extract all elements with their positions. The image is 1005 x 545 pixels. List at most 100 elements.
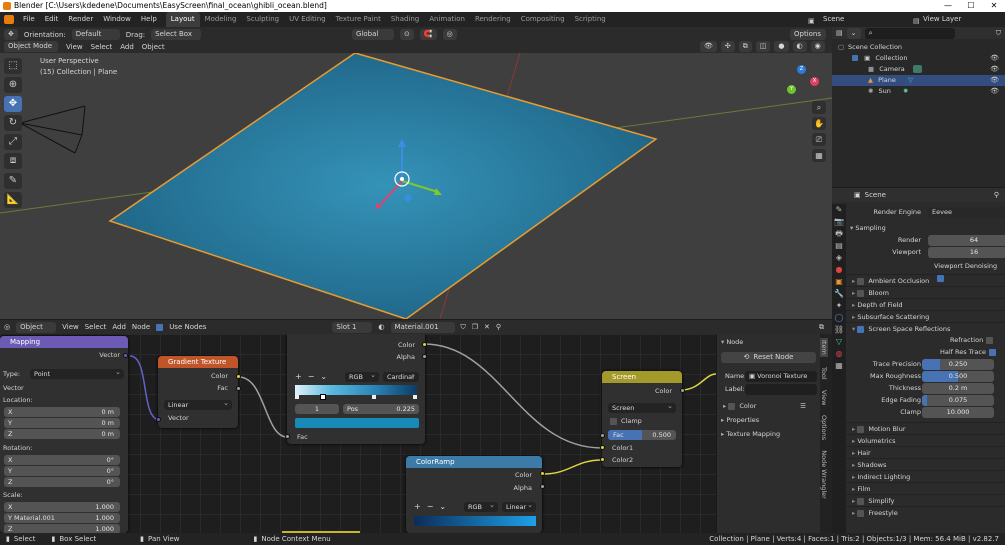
editor-type-icon[interactable]: ◎ [4, 323, 10, 331]
ssr-field[interactable]: 0.500 [922, 371, 994, 382]
node-name-field[interactable]: ▣ Voronoi Texture [745, 371, 817, 382]
render-samples-field[interactable]: 64 [928, 235, 1005, 246]
ramp1-color-socket[interactable] [422, 342, 427, 347]
node-editor[interactable]: Mapping Vector Type: Point Vector Locati… [0, 334, 832, 533]
shader-type-dropdown[interactable]: Object [16, 321, 57, 333]
screen-color2-socket[interactable] [600, 457, 605, 462]
shading-material-icon[interactable]: ◐ [792, 41, 807, 52]
render-tab-icon[interactable]: 📷 [832, 216, 846, 228]
material-tab-icon[interactable]: ◍ [832, 348, 846, 360]
outliner-filter-icon[interactable]: ▤ [836, 29, 843, 37]
ramp1-stop-0[interactable] [295, 395, 299, 399]
material-name-field[interactable]: Material.001 [390, 321, 455, 333]
panel-hair[interactable]: ▸ Hair [832, 446, 1005, 458]
panel-freestyle[interactable]: ▸ Freestyle [832, 506, 1005, 518]
gradient-type-dropdown[interactable]: Linear [164, 398, 232, 410]
tab-scripting[interactable]: Scripting [570, 12, 611, 27]
screen-color-out-socket[interactable] [680, 388, 685, 393]
object-tab-icon[interactable]: ▣ [832, 276, 846, 288]
viewport-samples-field[interactable]: 16 [928, 247, 1005, 258]
refraction-row[interactable]: Refraction [832, 334, 1005, 346]
ramp1-stop-1[interactable] [320, 394, 326, 400]
zoom-icon[interactable]: ⌕ [812, 101, 826, 114]
panel-volumetrics[interactable]: ▸ Volumetrics [832, 434, 1005, 446]
menu-file[interactable]: File [18, 12, 40, 27]
menu-render[interactable]: Render [63, 12, 98, 27]
ssr-field[interactable]: 0.2 m [922, 383, 994, 394]
transform-orientation-dropdown[interactable]: Global [352, 29, 394, 40]
view-layer-tab-icon[interactable]: ▤ [832, 240, 846, 252]
3d-viewport[interactable]: User Perspective (15) Collection | Plane… [0, 53, 832, 319]
refraction-checkbox[interactable] [986, 336, 994, 344]
transform-tool-icon[interactable]: ✥ [4, 29, 18, 40]
fake-user-icon[interactable]: ⛉ [461, 323, 466, 332]
outliner-item-collection[interactable]: ▣ Collection 👁 [832, 53, 1005, 64]
outliner-search-input[interactable]: ⌕ [864, 27, 955, 39]
maximize-button[interactable]: ☐ [960, 0, 982, 12]
screen-clamp-row[interactable]: Clamp [610, 417, 642, 425]
menu-ne-view[interactable]: View [62, 323, 79, 331]
screen-header[interactable]: Screen [602, 371, 682, 383]
ramp1-color-swatch[interactable] [295, 418, 419, 428]
ramp2-color-socket[interactable] [540, 471, 545, 476]
ramp1-menu-icon[interactable]: ⌄ [320, 372, 327, 381]
blender-menu-icon[interactable] [4, 15, 14, 24]
gizmo-z-axis[interactable]: Z [797, 65, 806, 74]
rotation-x-field[interactable]: X 0° [4, 455, 120, 465]
gradient-vector-socket[interactable] [156, 417, 161, 422]
output-tab-icon[interactable]: 🖶 [832, 228, 846, 240]
texture-tab-icon[interactable]: ▦ [832, 360, 846, 372]
pivot-icon[interactable]: ⊙ [400, 29, 414, 40]
render-engine-dropdown[interactable]: Eevee [928, 207, 1005, 218]
scale-x-field[interactable]: X 1.000 [4, 502, 120, 512]
texture-mapping-section[interactable]: ▸ Texture Mapping [717, 428, 820, 440]
panel-film[interactable]: ▸ Film [832, 482, 1005, 494]
pin-icon[interactable]: ⚲ [994, 191, 999, 199]
select-box-icon[interactable]: ⬚ [4, 58, 22, 74]
node-panel-header[interactable]: ▾ Node [717, 336, 820, 348]
measure-icon[interactable]: 📐 [4, 192, 22, 208]
gizmo-y-axis[interactable]: Y [787, 85, 796, 94]
overlay-node-icon[interactable]: ⧉ [819, 323, 824, 332]
world-tab-icon[interactable]: ● [832, 264, 846, 276]
reset-node-button[interactable]: ⟲ Reset Node [721, 352, 816, 363]
ramp1-interp-dropdown[interactable]: Cardinal [383, 370, 419, 382]
ramp2-gradient-bar[interactable] [414, 516, 536, 526]
node-label-field[interactable] [745, 384, 817, 395]
unlink-icon[interactable]: ✕ [484, 323, 490, 331]
viewport-denoising-row[interactable]: Viewport Denoising [850, 260, 1005, 282]
eye-icon[interactable]: 👁 [990, 53, 999, 64]
menu-window[interactable]: Window [98, 12, 136, 27]
ssr-field[interactable]: 10.000 [922, 407, 994, 418]
location-z-field[interactable]: Z 0 m [4, 429, 120, 439]
gizmo-toggle-icon[interactable]: ✣ [720, 41, 735, 52]
tab-layout[interactable]: Layout [165, 12, 200, 27]
ramp2-header[interactable]: ColorRamp [406, 456, 542, 468]
tab-animation[interactable]: Animation [424, 12, 470, 27]
rotation-z-field[interactable]: Z 0° [4, 477, 120, 487]
ramp1-pos-field[interactable]: Pos 0.225 [343, 404, 419, 414]
outliner-item-sun[interactable]: ✺ Sun ✹ 👁 [832, 86, 1005, 97]
physics-tab-icon[interactable]: ◯ [832, 312, 846, 324]
ssr-field[interactable]: 0.075 [922, 395, 994, 406]
tab-view[interactable]: View [820, 390, 828, 405]
visibility-icon[interactable]: 👁 [700, 41, 717, 52]
screen-color1-socket[interactable] [600, 445, 605, 450]
sampling-header[interactable]: ▾ Sampling [850, 222, 1005, 234]
screen-blend-dropdown[interactable]: Screen [608, 401, 676, 413]
modifier-tab-icon[interactable]: 🔧 [832, 288, 846, 300]
tab-tool[interactable]: Tool [820, 367, 828, 380]
gradient-color-socket[interactable] [236, 374, 241, 379]
tab-compositing[interactable]: Compositing [516, 12, 570, 27]
gradient-node-header[interactable]: Gradient Texture [158, 356, 238, 368]
menu-select[interactable]: Select [91, 43, 113, 51]
eye-icon[interactable]: 👁 [990, 64, 999, 75]
duplicate-icon[interactable]: ❐ [472, 323, 478, 331]
slot-dropdown[interactable]: Slot 1 [332, 321, 373, 333]
rotate-icon[interactable]: ↻ [4, 115, 22, 131]
data-tab-icon[interactable]: ▽ [832, 336, 846, 348]
screen-fac-socket[interactable] [600, 433, 605, 438]
gizmo-x-axis[interactable]: X [810, 77, 819, 86]
orientation-dropdown[interactable]: Default [71, 29, 120, 40]
tab-node-wrangler[interactable]: Node Wrangler [820, 450, 828, 499]
